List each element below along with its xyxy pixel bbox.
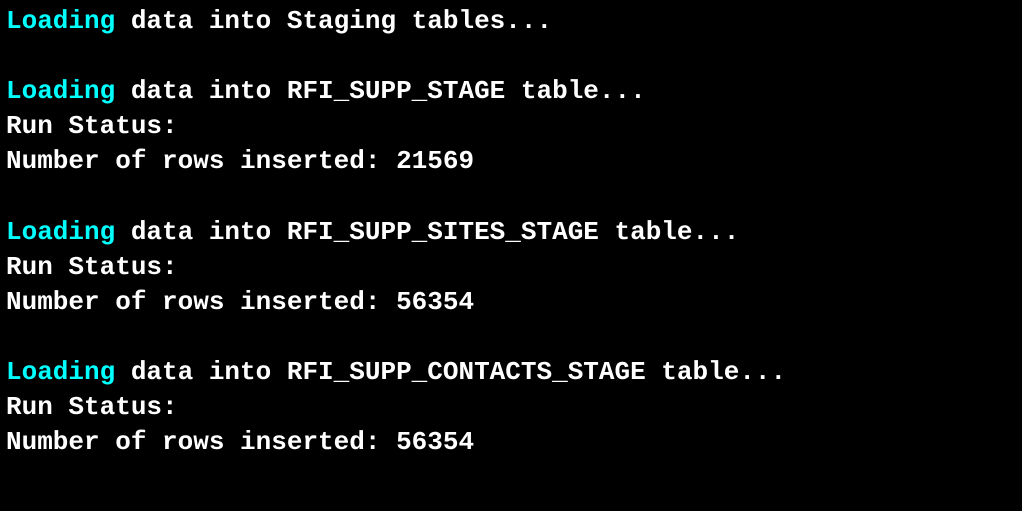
terminal-line-header: Loading data into Staging tables... [6, 4, 1016, 39]
loading-text: data into RFI_SUPP_CONTACTS_STAGE table.… [115, 357, 786, 387]
terminal-line-loading: Loading data into RFI_SUPP_SITES_STAGE t… [6, 215, 1016, 250]
terminal-line-loading: Loading data into RFI_SUPP_CONTACTS_STAG… [6, 355, 1016, 390]
loading-text: data into Staging tables... [115, 6, 552, 36]
loading-keyword: Loading [6, 6, 115, 36]
loading-text: data into RFI_SUPP_STAGE table... [115, 76, 646, 106]
terminal-line-status: Run Status: [6, 250, 1016, 285]
terminal-line-loading: Loading data into RFI_SUPP_STAGE table..… [6, 74, 1016, 109]
terminal-line-status: Run Status: [6, 109, 1016, 144]
terminal-line-rows: Number of rows inserted: 56354 [6, 285, 1016, 320]
loading-keyword: Loading [6, 357, 115, 387]
terminal-line-rows: Number of rows inserted: 21569 [6, 144, 1016, 179]
loading-text: data into RFI_SUPP_SITES_STAGE table... [115, 217, 739, 247]
loading-keyword: Loading [6, 76, 115, 106]
blank-line [6, 320, 1016, 355]
blank-line [6, 39, 1016, 74]
loading-keyword: Loading [6, 217, 115, 247]
blank-line [6, 179, 1016, 214]
terminal-line-rows: Number of rows inserted: 56354 [6, 425, 1016, 460]
terminal-line-status: Run Status: [6, 390, 1016, 425]
